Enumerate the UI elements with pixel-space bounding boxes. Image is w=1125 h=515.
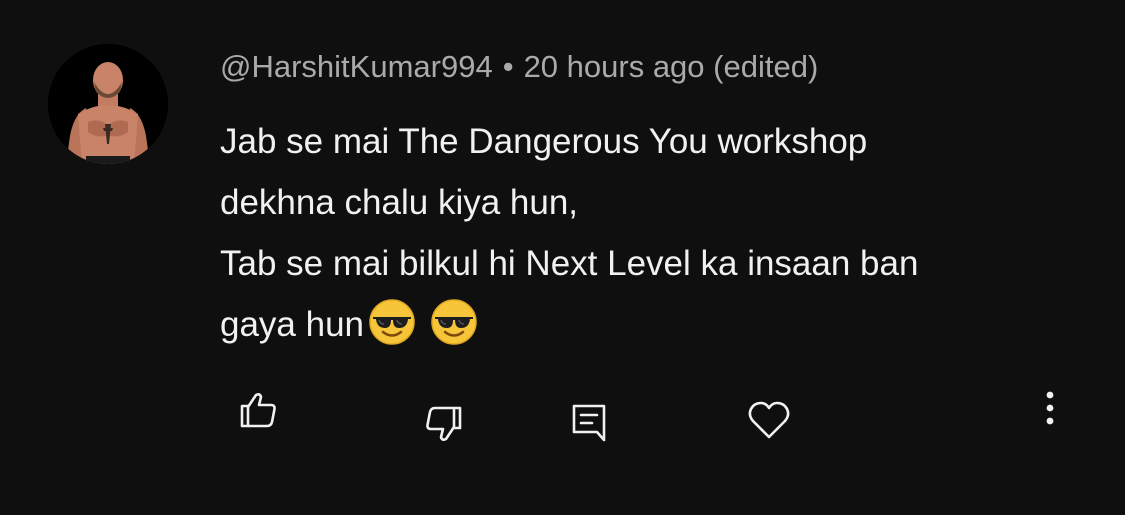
thumbs-down-icon: [426, 406, 462, 441]
comment-header: @HarshitKumar994 • 20 hours ago (edited): [220, 48, 818, 86]
dislike-button[interactable]: [420, 400, 468, 448]
like-button[interactable]: [234, 386, 282, 434]
reply-comment-icon: [572, 404, 606, 442]
heart-icon: [748, 401, 790, 439]
comment-line: dekhna chalu kiya hun,: [220, 183, 579, 222]
sunglasses-emoji-icon: [369, 299, 415, 345]
edited-label: (edited): [713, 49, 819, 84]
comment-line: Tab se mai bilkul hi Next Level ka insaa…: [220, 244, 919, 283]
comment-line-last: gaya hun: [220, 294, 1100, 355]
more-options-button[interactable]: [1026, 384, 1074, 432]
comment-line-text: gaya hun: [220, 305, 365, 344]
reply-button[interactable]: [565, 398, 613, 446]
more-vertical-icon: [1046, 391, 1054, 425]
thumbs-up-icon: [240, 393, 276, 428]
comment-card: @HarshitKumar994 • 20 hours ago (edited) J…: [0, 0, 1125, 515]
meta-separator: •: [502, 49, 514, 84]
comment-text: Jab se mai The Dangerous You workshop de…: [220, 111, 1100, 355]
avatar[interactable]: [48, 44, 168, 164]
heart-button[interactable]: [745, 396, 793, 444]
timestamp[interactable]: 20 hours ago: [524, 49, 705, 84]
comment-line: Jab se mai The Dangerous You workshop: [220, 122, 868, 161]
sunglasses-emoji-icon: [431, 299, 477, 345]
avatar-image: [48, 44, 168, 164]
author-name[interactable]: @HarshitKumar994: [220, 49, 493, 84]
